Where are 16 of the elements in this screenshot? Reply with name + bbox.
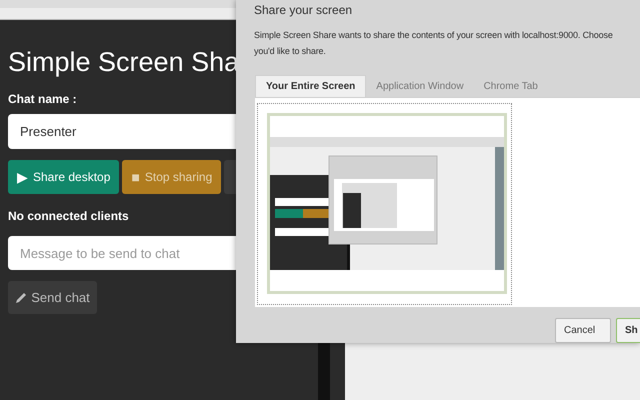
dialog-tab[interactable]: Your Entire Screen	[255, 75, 366, 98]
screen-option[interactable]	[257, 103, 512, 306]
play-icon: ▶	[17, 166, 28, 188]
share-desktop-button[interactable]: ▶ Share desktop	[8, 160, 120, 194]
dialog-tab[interactable]: Chrome Tab	[474, 75, 548, 98]
send-chat-button[interactable]: Send chat	[8, 281, 97, 314]
dialog-description: you'd like to share.	[254, 45, 326, 58]
dialog-title: Share your screen	[253, 2, 354, 19]
clients-status: No connected clients	[8, 208, 130, 225]
cancel-button[interactable]: Cancel	[555, 318, 611, 343]
chat-name-label: Chat name :	[8, 91, 78, 108]
stop-icon: ■	[131, 166, 140, 188]
share-button[interactable]: Sh	[616, 318, 640, 343]
dialog-description: Simple Screen Share wants to share the contents of your screen with localhost:9000. Choose	[254, 29, 613, 42]
pencil-icon	[15, 292, 28, 304]
dialog-tab[interactable]: Application Window	[366, 75, 474, 98]
